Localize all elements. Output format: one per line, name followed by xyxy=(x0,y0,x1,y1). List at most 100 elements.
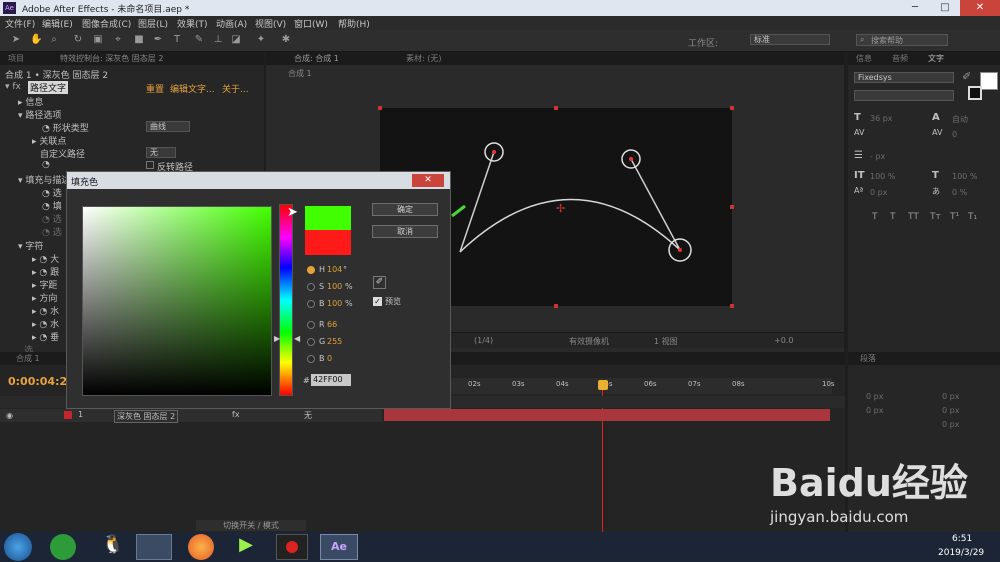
menu-composition[interactable]: 图像合成(C) xyxy=(82,17,131,30)
space-after[interactable]: 0 px xyxy=(942,420,959,429)
tab-info[interactable]: 信息 xyxy=(856,53,872,64)
selection-tool-icon[interactable]: ➤ xyxy=(10,34,22,46)
s-value[interactable]: 100 xyxy=(327,282,342,291)
tab-paragraph[interactable]: 段落 xyxy=(860,353,876,364)
menu-file[interactable]: 文件(F) xyxy=(5,17,35,30)
dialog-close-button[interactable]: ✕ xyxy=(412,174,444,187)
menu-edit[interactable]: 编辑(E) xyxy=(42,17,73,30)
clock-date[interactable]: 2019/3/29 xyxy=(938,548,984,558)
stroke-color-swatch[interactable] xyxy=(968,86,982,100)
fill-color-swatch[interactable] xyxy=(980,72,998,90)
layer-name[interactable]: 深灰色 固态层 2 xyxy=(114,410,179,423)
shape-type-select[interactable]: 曲线 xyxy=(146,121,190,132)
hand-tool-icon[interactable]: ✋ xyxy=(30,34,42,46)
h-value[interactable]: 104 xyxy=(327,265,342,274)
tab-character[interactable]: 文字 xyxy=(928,53,944,64)
current-time[interactable]: 0:00:04:2 xyxy=(8,375,67,388)
zoom-tool-icon[interactable]: ⌕ xyxy=(48,34,60,46)
row-horizontal-1[interactable]: ▸ ◔ 水 xyxy=(32,304,59,317)
layer-row[interactable]: ◉ 1 深灰色 固态层 2 fx 无 xyxy=(0,409,382,423)
tracking-value[interactable]: 0 xyxy=(952,130,957,139)
s-radio[interactable] xyxy=(307,283,315,291)
style-all-caps[interactable]: TT xyxy=(908,212,919,222)
close-button[interactable]: ✕ xyxy=(960,0,1000,16)
recorder-icon[interactable] xyxy=(276,534,308,560)
blue-radio[interactable] xyxy=(307,355,315,363)
r-value[interactable]: 66 xyxy=(327,320,337,329)
pen-tool-icon[interactable]: ✒ xyxy=(152,34,164,46)
start-button[interactable] xyxy=(4,533,32,561)
qq-icon[interactable]: 🐧 xyxy=(100,534,126,560)
clock-time[interactable]: 6:51 xyxy=(952,534,972,544)
hue-slider[interactable] xyxy=(279,204,293,396)
style-superscript[interactable]: T¹ xyxy=(950,212,959,222)
row-path-options[interactable]: ▾ 路径选项 xyxy=(18,108,61,121)
stamp-tool-icon[interactable]: ⊥ xyxy=(212,34,224,46)
rectangle-tool-icon[interactable]: ■ xyxy=(133,34,145,46)
font-size-value[interactable]: 36 px xyxy=(870,114,893,123)
hscale-value[interactable]: 100 % xyxy=(952,172,977,181)
eraser-tool-icon[interactable]: ◪ xyxy=(230,34,242,46)
row-character[interactable]: ▾ 字符 xyxy=(18,239,43,252)
handle-tl[interactable] xyxy=(378,106,382,110)
layer-bar[interactable] xyxy=(384,409,830,421)
help-search-input[interactable]: 搜索帮助 xyxy=(856,34,948,46)
camtasia-icon[interactable]: ▶ xyxy=(232,534,260,560)
menu-effect[interactable]: 效果(T) xyxy=(177,17,208,30)
hue-pointer-left[interactable]: ▶ xyxy=(274,334,280,343)
style-subscript[interactable]: T₁ xyxy=(968,212,977,222)
resolution-select[interactable]: (1/4) xyxy=(474,336,493,345)
roto-brush-icon[interactable]: ✦ xyxy=(255,34,267,46)
tab-composition[interactable]: 合成: 合成 1 xyxy=(294,53,339,64)
fx-badge[interactable]: ▾ fx xyxy=(5,82,21,92)
eyedropper-icon[interactable]: ✐ xyxy=(373,276,386,289)
font-family-select[interactable]: Fixedsys xyxy=(854,72,954,83)
indent-first[interactable]: 0 px xyxy=(866,406,883,415)
tab-timeline-comp[interactable]: 合成 1 xyxy=(16,353,40,364)
about-link[interactable]: 关于... xyxy=(222,82,249,95)
text-tool-icon[interactable]: T xyxy=(171,34,183,46)
visibility-icon[interactable]: ◉ xyxy=(6,411,13,420)
r-radio[interactable] xyxy=(307,321,315,329)
original-color-preview[interactable] xyxy=(305,230,351,255)
style-faux-bold[interactable]: T xyxy=(872,212,878,222)
explorer-icon[interactable] xyxy=(136,534,172,560)
comp-breadcrumb[interactable]: 合成 1 xyxy=(288,68,312,79)
row-control-points[interactable]: ▸ 关联点 xyxy=(32,134,66,147)
exposure-value[interactable]: +0.0 xyxy=(774,336,793,345)
cancel-button[interactable]: 取消 xyxy=(372,225,438,238)
after-effects-taskbar[interactable]: Ae xyxy=(320,534,358,560)
effect-name[interactable]: 路径文字 xyxy=(28,81,69,94)
brush-tool-icon[interactable]: ✎ xyxy=(193,34,205,46)
b-radio[interactable] xyxy=(307,300,315,308)
row-tracking[interactable]: ▸ ◔ 跟 xyxy=(32,265,59,278)
tsume-value[interactable]: 0 % xyxy=(952,188,967,197)
hex-input[interactable]: 42FF00 xyxy=(311,374,351,386)
maximize-button[interactable]: □ xyxy=(930,0,960,16)
indent-value[interactable]: - px xyxy=(870,152,885,161)
puppet-tool-icon[interactable]: ✱ xyxy=(280,34,292,46)
blue-value[interactable]: 0 xyxy=(327,354,332,363)
menu-layer[interactable]: 图层(L) xyxy=(138,17,168,30)
baseline-value[interactable]: 0 px xyxy=(870,188,887,197)
camera-tool-icon[interactable]: ▣ xyxy=(92,34,104,46)
reverse-path-checkbox[interactable] xyxy=(146,161,154,169)
menu-help[interactable]: 帮助(H) xyxy=(338,17,370,30)
minimize-button[interactable]: ─ xyxy=(900,0,930,16)
hue-pointer-right[interactable]: ◀ xyxy=(294,334,300,343)
row-info[interactable]: ▸ 信息 xyxy=(18,95,43,108)
parent-select[interactable]: 无 xyxy=(304,410,312,421)
tab-footage[interactable]: 素材: (无) xyxy=(406,53,441,64)
menu-animation[interactable]: 动画(A) xyxy=(216,17,247,30)
handle-bc[interactable] xyxy=(554,304,558,308)
row-vertical[interactable]: ▸ ◔ 垂 xyxy=(32,330,59,343)
row-kerning[interactable]: ▸ 字距 xyxy=(32,278,57,291)
camera-select[interactable]: 有效摄像机 xyxy=(569,336,609,347)
menu-view[interactable]: 视图(V) xyxy=(255,17,286,30)
style-small-caps[interactable]: Tт xyxy=(930,212,941,222)
workspace-select[interactable]: 标准 xyxy=(750,34,830,45)
b-value[interactable]: 100 xyxy=(327,299,342,308)
toggle-switches-modes[interactable]: 切换开关 / 模式 xyxy=(196,520,306,531)
h-radio[interactable] xyxy=(307,266,315,274)
indent-left[interactable]: 0 px xyxy=(866,392,883,401)
